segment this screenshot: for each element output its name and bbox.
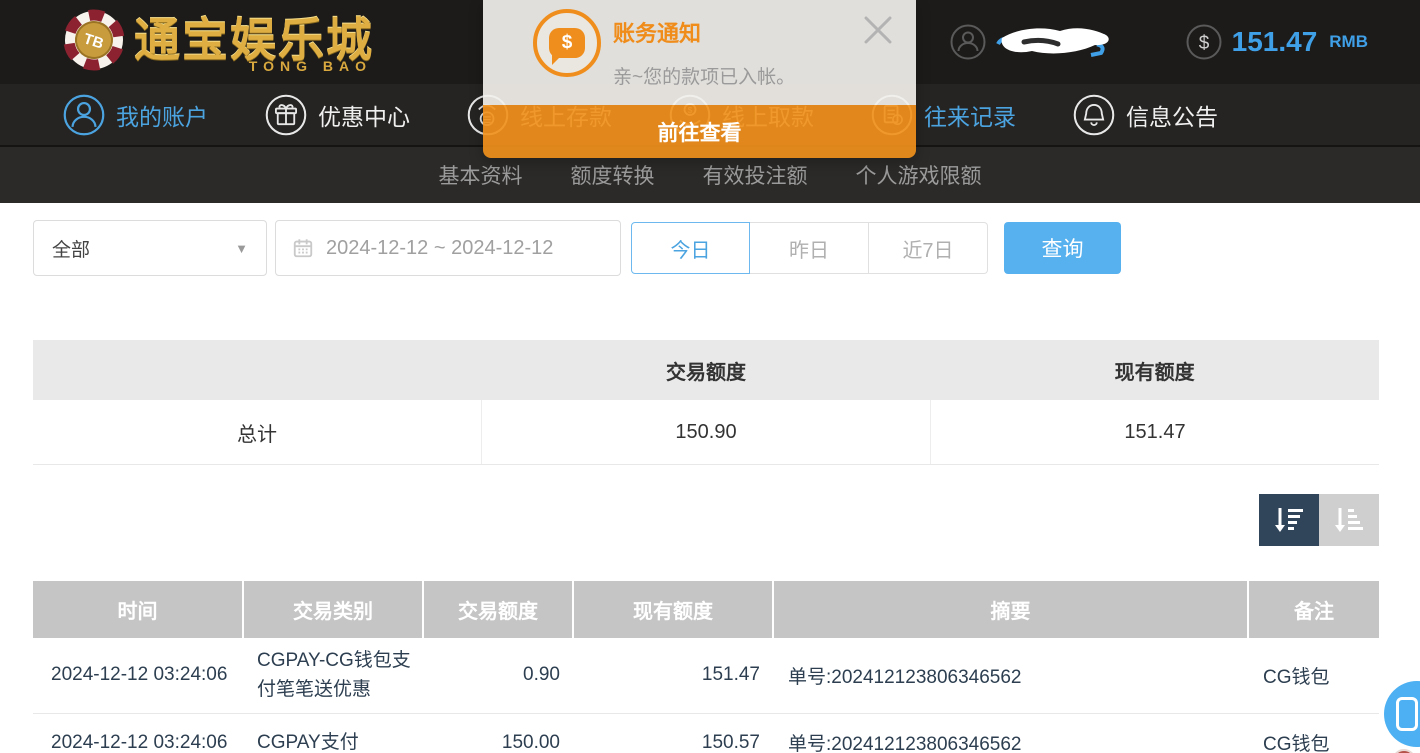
subnav-item-credit-transfer[interactable]: 额度转换: [571, 160, 655, 190]
site-logo[interactable]: TB 通宝娱乐城 TONG BAO: [62, 8, 374, 72]
sort-ascending-button[interactable]: [1319, 494, 1379, 546]
sort-buttons: [1259, 494, 1379, 546]
nav-label: 优惠中心: [318, 98, 410, 132]
filter-row: 全部 ▼ 2024-12-12 ~ 2024-12-12 今日 昨日 近7日 查…: [33, 220, 1121, 276]
popup-message: 亲~您的款项已入帐。: [613, 62, 795, 89]
gift-icon: [264, 93, 308, 137]
money-message-icon: $: [533, 9, 601, 77]
go-view-button[interactable]: 前往查看: [483, 105, 916, 158]
select-value: 全部: [52, 235, 235, 262]
nav-item-announcements[interactable]: 信息公告: [1072, 93, 1218, 137]
cell-summary: 单号:202412123806346562: [773, 638, 1248, 713]
search-button[interactable]: 查询: [1004, 222, 1121, 274]
nav-item-my-account[interactable]: 我的账户: [62, 93, 208, 137]
quick-range-group: 今日 昨日 近7日: [631, 222, 988, 274]
col-header-balance: 现有额度: [573, 581, 773, 638]
summary-total-row: 总计 150.90 151.47: [33, 400, 1379, 464]
account-notification-popup: $ 账务通知 亲~您的款项已入帐。 前往查看: [483, 0, 916, 158]
user-account-block[interactable]: [950, 22, 1112, 62]
subnav-item-valid-bets[interactable]: 有效投注额: [703, 160, 808, 190]
page: TB 通宝娱乐城 TONG BAO: [0, 0, 1420, 753]
summary-header-empty: [33, 340, 482, 400]
popup-title: 账务通知: [613, 16, 701, 48]
summary-header-row: 交易额度 现有额度: [33, 340, 1379, 400]
summary-total-trade: 150.90: [481, 400, 930, 464]
close-icon[interactable]: [858, 10, 898, 50]
balance-currency: RMB: [1329, 32, 1368, 52]
summary-header-balance: 现有额度: [930, 340, 1379, 400]
quick-range-yesterday[interactable]: 昨日: [750, 222, 869, 274]
username-censored: [994, 22, 1112, 62]
sort-descending-icon: [1272, 504, 1306, 536]
quick-range-today[interactable]: 今日: [631, 222, 750, 274]
topbar-right: $ 151.47 RMB: [950, 0, 1368, 84]
cell-summary: 单号:202412123806346562: [773, 713, 1248, 753]
cell-time: 2024-12-12 03:24:06: [33, 638, 243, 713]
date-range-picker[interactable]: 2024-12-12 ~ 2024-12-12: [275, 220, 621, 276]
customer-service-button[interactable]: [1384, 681, 1420, 747]
calendar-icon: [292, 237, 314, 259]
sort-ascending-icon: [1332, 504, 1366, 536]
summary-header-trade: 交易额度: [482, 340, 931, 400]
balance-amount: 151.47: [1232, 26, 1318, 58]
sort-descending-button[interactable]: [1259, 494, 1319, 546]
svg-text:$: $: [1198, 33, 1209, 54]
subnav-item-game-limits[interactable]: 个人游戏限额: [856, 160, 982, 190]
col-header-time: 时间: [33, 581, 243, 638]
cell-type: CGPAY支付: [243, 713, 423, 753]
nav-label: 往来记录: [924, 98, 1016, 132]
chevron-down-icon: ▼: [235, 241, 248, 256]
casino-chip-icon: TB: [62, 8, 126, 72]
table-row: 2024-12-12 03:24:06 CGPAY支付 150.00 150.5…: [33, 713, 1379, 753]
balance-block[interactable]: $ 151.47 RMB: [1186, 24, 1368, 60]
account-icon: [62, 93, 106, 137]
cell-amount: 150.00: [423, 713, 573, 753]
table-row: 2024-12-12 03:24:06 CGPAY-CG钱包支付笔笔送优惠 0.…: [33, 638, 1379, 713]
cell-amount: 0.90: [423, 638, 573, 713]
cell-balance: 150.57: [573, 713, 773, 753]
table-header-row: 时间 交易类别 交易额度 现有额度 摘要 备注: [33, 581, 1379, 638]
transactions-table: 时间 交易类别 交易额度 现有额度 摘要 备注 2024-12-12 03:24…: [33, 581, 1379, 753]
chat-device-icon: [1396, 697, 1418, 731]
summary-table: 交易额度 现有额度 总计 150.90 151.47: [33, 340, 1379, 465]
cell-type: CGPAY-CG钱包支付笔笔送优惠: [243, 638, 423, 713]
summary-total-balance: 151.47: [930, 400, 1379, 464]
brand-text: 通宝娱乐城 TONG BAO: [134, 12, 374, 68]
date-range-value: 2024-12-12 ~ 2024-12-12: [326, 237, 553, 260]
subnav-item-profile[interactable]: 基本资料: [439, 160, 523, 190]
cell-note: CG钱包: [1248, 713, 1379, 753]
quick-range-7days[interactable]: 近7日: [869, 222, 988, 274]
user-icon: [950, 24, 986, 60]
transaction-type-select[interactable]: 全部 ▼: [33, 220, 267, 276]
col-header-note: 备注: [1248, 581, 1379, 638]
popup-body: $ 账务通知 亲~您的款项已入帐。: [483, 0, 916, 105]
bell-icon: [1072, 93, 1116, 137]
floating-widget-partial[interactable]: [1392, 749, 1416, 753]
cell-time: 2024-12-12 03:24:06: [33, 713, 243, 753]
cell-balance: 151.47: [573, 638, 773, 713]
col-header-summary: 摘要: [773, 581, 1248, 638]
dollar-coin-icon: $: [1186, 24, 1222, 60]
col-header-type: 交易类别: [243, 581, 423, 638]
cell-note: CG钱包: [1248, 638, 1379, 713]
summary-total-label: 总计: [33, 400, 481, 464]
nav-item-promotions[interactable]: 优惠中心: [264, 93, 410, 137]
nav-label: 信息公告: [1126, 98, 1218, 132]
brand-name-en: TONG BAO: [249, 58, 372, 74]
nav-label: 我的账户: [116, 98, 208, 132]
col-header-amount: 交易额度: [423, 581, 573, 638]
